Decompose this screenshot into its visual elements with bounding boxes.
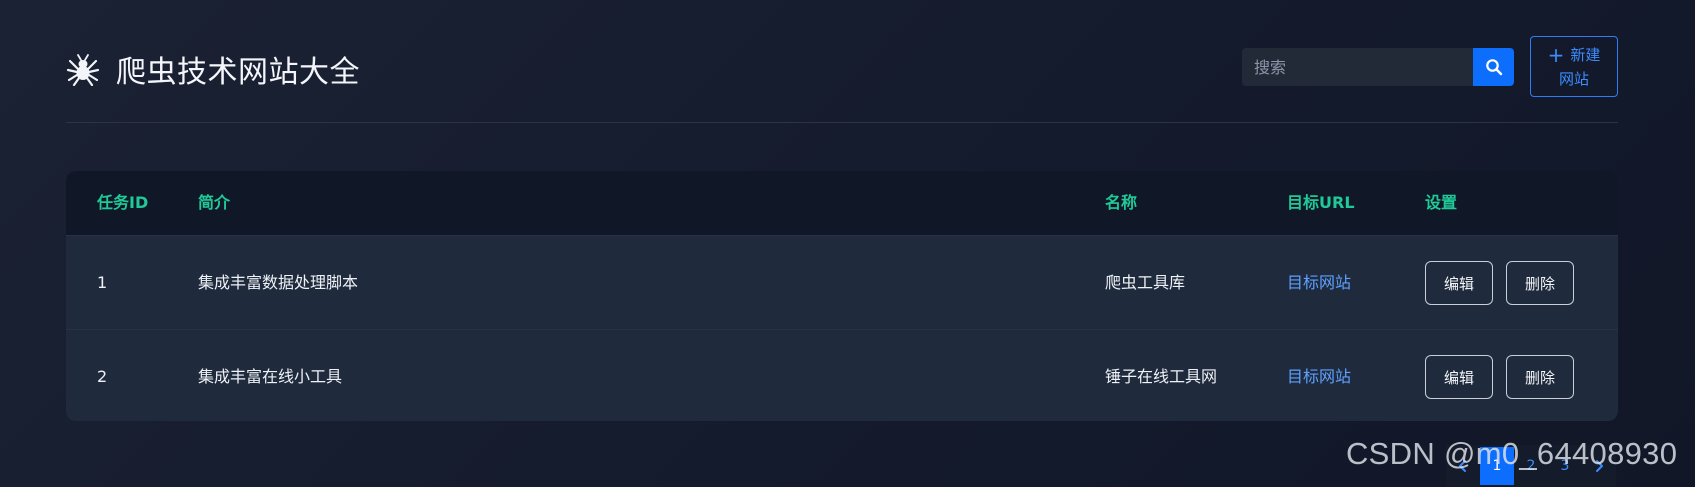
column-header-desc: 简介 <box>198 193 231 212</box>
cell-name: 爬虫工具库 <box>1105 273 1186 292</box>
brand: 爬虫技术网站大全 <box>66 47 360 91</box>
page-title: 爬虫技术网站大全 <box>116 55 360 90</box>
chevron-right-icon <box>1596 460 1603 472</box>
table-header: 任务ID 简介 名称 目标URL 设置 <box>66 171 1618 235</box>
page-header: 爬虫技术网站大全 + 新建 网站 <box>66 0 1618 123</box>
edit-button[interactable]: 编辑 <box>1425 261 1493 305</box>
pagination: 1 2 3 <box>1446 445 1616 487</box>
search-input[interactable] <box>1242 48 1473 86</box>
edit-button[interactable]: 编辑 <box>1425 355 1493 399</box>
new-site-label-line1: 新建 <box>1570 45 1601 64</box>
table-row: 2 集成丰富在线小工具 锤子在线工具网 目标网站 编辑 删除 <box>66 329 1618 421</box>
search-bar <box>1242 48 1514 86</box>
new-site-label-line2: 网站 <box>1558 69 1589 88</box>
pagination-page-1[interactable]: 1 <box>1480 447 1514 485</box>
row-actions: 编辑 删除 <box>1425 355 1574 399</box>
table-row: 1 集成丰富数据处理脚本 爬虫工具库 目标网站 编辑 删除 <box>66 235 1618 329</box>
search-icon <box>1485 59 1502 76</box>
pagination-page-3[interactable]: 3 <box>1548 447 1582 485</box>
pagination-prev[interactable] <box>1446 447 1480 485</box>
pagination-next[interactable] <box>1582 447 1616 485</box>
pagination-page-2[interactable]: 2 <box>1514 447 1548 485</box>
chevron-left-icon <box>1459 460 1466 472</box>
cell-desc: 集成丰富在线小工具 <box>198 367 343 386</box>
column-header-name: 名称 <box>1105 193 1138 212</box>
cell-id: 1 <box>97 273 108 292</box>
page-container: 爬虫技术网站大全 + 新建 网站 任务ID 简介 名称 目标URL <box>66 0 1618 421</box>
target-url-link[interactable]: 目标网站 <box>1287 330 1351 421</box>
column-header-id: 任务ID <box>97 193 149 212</box>
row-actions: 编辑 删除 <box>1425 261 1574 305</box>
delete-button[interactable]: 删除 <box>1506 261 1574 305</box>
spider-icon <box>66 54 100 86</box>
delete-button[interactable]: 删除 <box>1506 355 1574 399</box>
plus-icon: + <box>1547 42 1565 67</box>
column-header-url: 目标URL <box>1287 193 1355 212</box>
column-header-settings: 设置 <box>1425 193 1458 212</box>
cell-name: 锤子在线工具网 <box>1105 367 1218 386</box>
new-site-button[interactable]: + 新建 网站 <box>1530 36 1618 97</box>
target-url-link[interactable]: 目标网站 <box>1287 236 1351 329</box>
tasks-table: 任务ID 简介 名称 目标URL 设置 1 集成丰富数据处理脚本 爬虫工具库 目… <box>66 171 1618 421</box>
search-button[interactable] <box>1473 48 1514 86</box>
cell-desc: 集成丰富数据处理脚本 <box>198 273 359 292</box>
new-site-label-line1-wrap: + 新建 <box>1548 43 1601 67</box>
cell-id: 2 <box>97 367 108 386</box>
